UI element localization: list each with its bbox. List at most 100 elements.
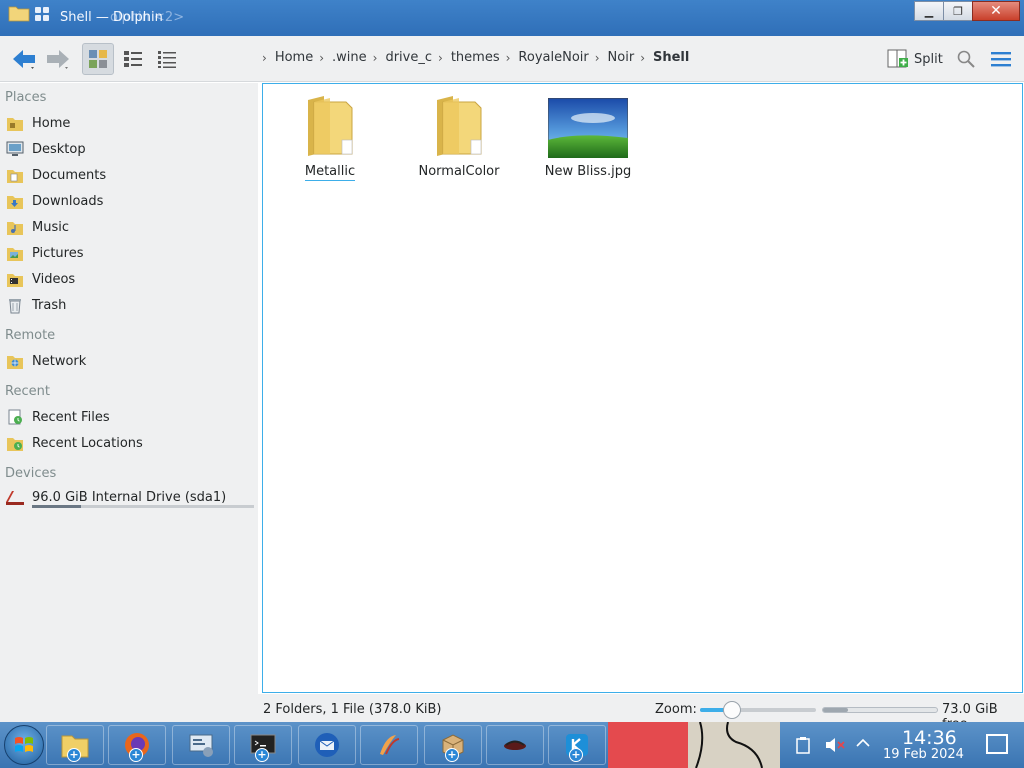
view-compact-button[interactable] [117, 43, 149, 75]
network-folder-icon [5, 351, 25, 371]
devices-section-title: Devices [5, 466, 57, 481]
breadcrumb-royalenoir[interactable]: › RoyaleNoir [500, 50, 589, 65]
chevron-right-icon: › [505, 50, 511, 65]
clock-time[interactable]: 14:36 [902, 727, 957, 749]
breadcrumb-drive-c[interactable]: › drive_c [367, 50, 432, 65]
documents-folder-icon [5, 165, 25, 185]
sidebar-item-home[interactable]: Home [5, 112, 70, 134]
pictures-folder-icon [5, 243, 25, 263]
taskbar-thunderbird[interactable] [298, 725, 356, 765]
split-button[interactable]: Split [887, 49, 943, 69]
file-item-normalcolor[interactable]: NormalColor [404, 94, 514, 179]
sidebar-item-videos[interactable]: Videos [5, 268, 75, 290]
taskbar-file-manager[interactable]: + [46, 725, 104, 765]
clock-date[interactable]: 19 Feb 2024 [883, 747, 964, 762]
show-desktop-button[interactable] [986, 734, 1008, 754]
sidebar-item-recent-files[interactable]: Recent Files [5, 406, 110, 428]
chevron-right-icon: › [438, 50, 443, 65]
breadcrumb-themes[interactable]: › themes [432, 50, 500, 65]
image-thumbnail-icon [533, 94, 643, 158]
chevron-right-icon: › [594, 50, 600, 65]
title-bar: olphin <2> Shell — Dolphin ▁ ❐ ✕ [0, 0, 1024, 36]
add-badge-icon: + [445, 748, 459, 762]
videos-folder-icon [5, 269, 25, 289]
zoom-slider-handle[interactable] [723, 701, 742, 719]
forward-button[interactable] [42, 43, 74, 75]
taskbar-map-region [688, 721, 780, 768]
volume-muted-icon[interactable] [824, 736, 846, 758]
start-button[interactable] [4, 725, 44, 765]
taskbar-wine[interactable] [486, 725, 544, 765]
sidebar-item-downloads[interactable]: Downloads [5, 190, 103, 212]
toolbar: › Home › .wine › drive_c › themes › RoyaleNoi… [0, 36, 1024, 82]
drive-usage-bar [32, 505, 254, 508]
icon-view-icon [89, 50, 107, 68]
file-item-metallic[interactable]: Metallic [275, 94, 385, 181]
wine-icon [504, 740, 526, 750]
home-folder-icon [5, 113, 25, 133]
taskbar-kde[interactable]: + [548, 725, 606, 765]
chevron-right-icon: › [262, 50, 267, 65]
tray-expand-icon[interactable] [856, 736, 870, 752]
breadcrumb-home[interactable]: › Home [262, 50, 313, 65]
hamburger-menu-button[interactable] [985, 43, 1017, 75]
zoom-slider[interactable] [700, 701, 816, 719]
view-details-button[interactable] [151, 43, 183, 75]
split-label: Split [914, 51, 943, 67]
taskbar-krita[interactable] [360, 725, 418, 765]
clipboard-icon[interactable] [796, 736, 810, 758]
free-space-bar [822, 707, 938, 713]
drive-icon [5, 487, 25, 507]
add-badge-icon: + [129, 748, 143, 762]
taskbar: + + + + + 14:36 19 Feb 2024 [0, 721, 1024, 768]
sidebar-item-documents[interactable]: Documents [5, 164, 106, 186]
file-name: Metallic [304, 164, 356, 181]
search-icon [957, 50, 975, 68]
breadcrumb-shell[interactable]: › Shell [634, 50, 689, 65]
breadcrumb-wine[interactable]: › .wine [313, 50, 366, 65]
compact-view-icon [124, 51, 142, 67]
close-button[interactable]: ✕ [972, 1, 1020, 21]
hamburger-menu-icon [991, 52, 1011, 67]
taskbar-firefox[interactable]: + [108, 725, 166, 765]
minimize-icon: ▁ [924, 4, 934, 18]
remote-section-title: Remote [5, 328, 56, 343]
taskbar-background-region [608, 722, 690, 768]
sidebar-item-network[interactable]: Network [5, 350, 86, 372]
chevron-right-icon: › [372, 50, 378, 65]
add-badge-icon: + [255, 748, 269, 762]
zoom-label: Zoom: [655, 702, 697, 717]
maximize-button[interactable]: ❐ [943, 1, 973, 21]
minimize-button[interactable]: ▁ [914, 1, 944, 21]
recent-locations-icon [5, 433, 25, 453]
krita-icon [380, 735, 400, 755]
folder-app-icon [8, 6, 30, 22]
sidebar-item-pictures[interactable]: Pictures [5, 242, 83, 264]
trash-icon [5, 295, 25, 315]
sidebar-item-music[interactable]: Music [5, 216, 69, 238]
arrow-left-icon [13, 50, 35, 69]
taskbar-package-installer[interactable]: + [424, 725, 482, 765]
arrow-right-icon [47, 50, 69, 69]
system-settings-icon [189, 734, 213, 757]
sidebar-item-desktop[interactable]: Desktop [5, 138, 86, 160]
places-panel: Places Home Desktop Documents Downloads … [0, 83, 258, 720]
taskbar-system-settings[interactable] [172, 725, 230, 765]
recent-section-title: Recent [5, 384, 50, 399]
breadcrumb-noir[interactable]: › Noir [589, 50, 634, 65]
places-section-title: Places [5, 90, 47, 105]
breadcrumb: › Home › .wine › drive_c › themes › RoyaleNoi… [262, 50, 689, 65]
details-view-icon [158, 51, 176, 68]
sidebar-item-trash[interactable]: Trash [5, 294, 66, 316]
add-badge-icon: + [569, 748, 583, 762]
view-icons-button[interactable] [82, 43, 114, 75]
window-menu-icon[interactable] [35, 7, 49, 21]
search-button[interactable] [950, 43, 982, 75]
folder-icon [275, 94, 385, 158]
file-view[interactable]: Metallic NormalColor New Bliss.jpg [262, 83, 1023, 693]
taskbar-terminal[interactable]: + [234, 725, 292, 765]
back-button[interactable] [8, 43, 40, 75]
thunderbird-icon [315, 733, 339, 757]
file-item-new-bliss[interactable]: New Bliss.jpg [533, 94, 643, 179]
sidebar-item-recent-locations[interactable]: Recent Locations [5, 432, 143, 454]
